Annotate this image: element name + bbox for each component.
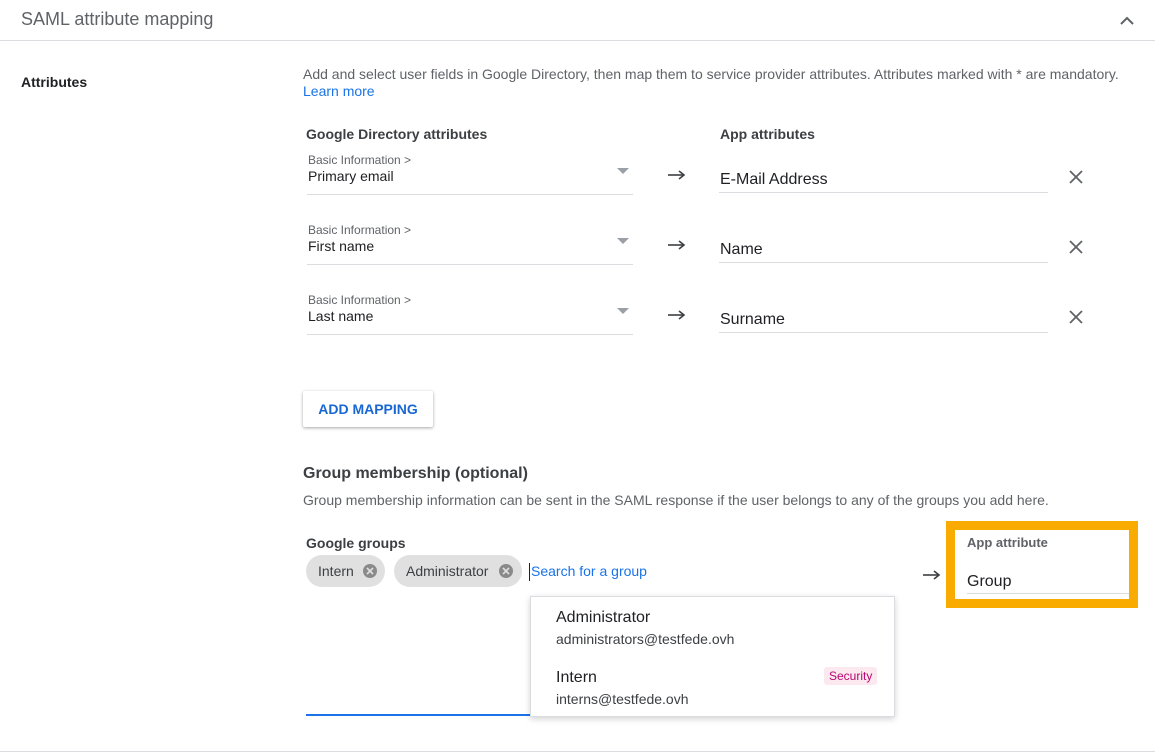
- mapping-row: Basic Information > Last name Surname: [0, 293, 1155, 363]
- chip-remove-icon[interactable]: [362, 563, 378, 579]
- suggestion-name: Administrator: [556, 609, 651, 626]
- mapping-row: Basic Information > First name Name: [0, 223, 1155, 293]
- text-cursor: [529, 563, 530, 581]
- section-header[interactable]: SAML attribute mapping: [0, 0, 1155, 41]
- group-app-attribute-highlight: App attribute Group: [946, 521, 1138, 608]
- close-icon[interactable]: [1067, 238, 1085, 256]
- group-suggestions-dropdown: Administrator administrators@testfede.ov…: [530, 596, 895, 717]
- close-icon[interactable]: [1067, 168, 1085, 186]
- learn-more-link[interactable]: Learn more: [303, 83, 375, 99]
- arrow-right-icon: [667, 168, 687, 180]
- suggestion-item[interactable]: Intern interns@testfede.ovh Security: [531, 657, 894, 715]
- suggestion-name: Intern: [556, 669, 597, 686]
- attribute-category: Basic Information >: [308, 293, 412, 307]
- dropdown-caret-icon: [617, 238, 629, 244]
- search-focus-underline: [306, 714, 530, 716]
- attribute-category: Basic Information >: [308, 223, 412, 237]
- app-attribute-input[interactable]: Name: [719, 223, 1048, 263]
- section-title: SAML attribute mapping: [21, 9, 214, 29]
- attribute-value: Last name: [308, 308, 374, 324]
- chevron-up-icon[interactable]: [1116, 10, 1138, 32]
- suggestion-item[interactable]: Administrator administrators@testfede.ov…: [531, 597, 894, 655]
- group-membership-description: Group membership information can be sent…: [303, 492, 1049, 508]
- directory-attribute-select[interactable]: Basic Information > Primary email: [307, 153, 633, 195]
- security-badge: Security: [824, 667, 878, 685]
- app-attribute-input[interactable]: Surname: [719, 293, 1048, 333]
- attributes-label: Attributes: [21, 74, 88, 90]
- suggestion-email: interns@testfede.ovh: [556, 691, 689, 707]
- arrow-right-icon: [667, 238, 687, 250]
- google-groups-label: Google groups: [306, 535, 406, 551]
- directory-attribute-select[interactable]: Basic Information > First name: [307, 223, 633, 265]
- attribute-value: First name: [308, 238, 375, 254]
- suggestion-email: administrators@testfede.ovh: [556, 631, 735, 647]
- directory-column-header: Google Directory attributes: [306, 126, 488, 142]
- group-search-input[interactable]: Search for a group: [531, 563, 647, 579]
- app-column-header: App attributes: [720, 126, 815, 142]
- group-chip-intern[interactable]: Intern: [306, 555, 385, 587]
- section-divider: [0, 751, 1155, 752]
- app-attribute-label: App attribute: [967, 535, 1048, 550]
- group-app-attribute-input[interactable]: Group: [967, 562, 1129, 594]
- dropdown-caret-icon: [617, 168, 629, 174]
- app-attribute-value: Name: [720, 241, 763, 258]
- chip-remove-icon[interactable]: [498, 563, 514, 579]
- saml-mapping-page: SAML attribute mapping Attributes Add an…: [0, 0, 1155, 753]
- group-chip-administrator[interactable]: Administrator: [394, 555, 522, 587]
- arrow-right-icon: [667, 308, 687, 320]
- close-icon[interactable]: [1067, 308, 1085, 326]
- app-attribute-value: Surname: [720, 311, 785, 328]
- group-membership-title: Group membership (optional): [303, 465, 528, 482]
- attribute-category: Basic Information >: [308, 153, 412, 167]
- chip-label: Administrator: [406, 563, 489, 579]
- directory-attribute-select[interactable]: Basic Information > Last name: [307, 293, 633, 335]
- attributes-description: Add and select user fields in Google Dir…: [303, 66, 1119, 82]
- app-attribute-input[interactable]: E-Mail Address: [719, 153, 1048, 193]
- attribute-value: Primary email: [308, 168, 394, 184]
- add-mapping-button[interactable]: ADD MAPPING: [303, 391, 433, 427]
- app-attribute-value: Group: [967, 573, 1012, 590]
- chip-label: Intern: [318, 563, 354, 579]
- arrow-right-icon: [922, 568, 942, 580]
- dropdown-caret-icon: [617, 308, 629, 314]
- app-attribute-value: E-Mail Address: [720, 171, 828, 188]
- mapping-row: Basic Information > Primary email E-Mail…: [0, 153, 1155, 223]
